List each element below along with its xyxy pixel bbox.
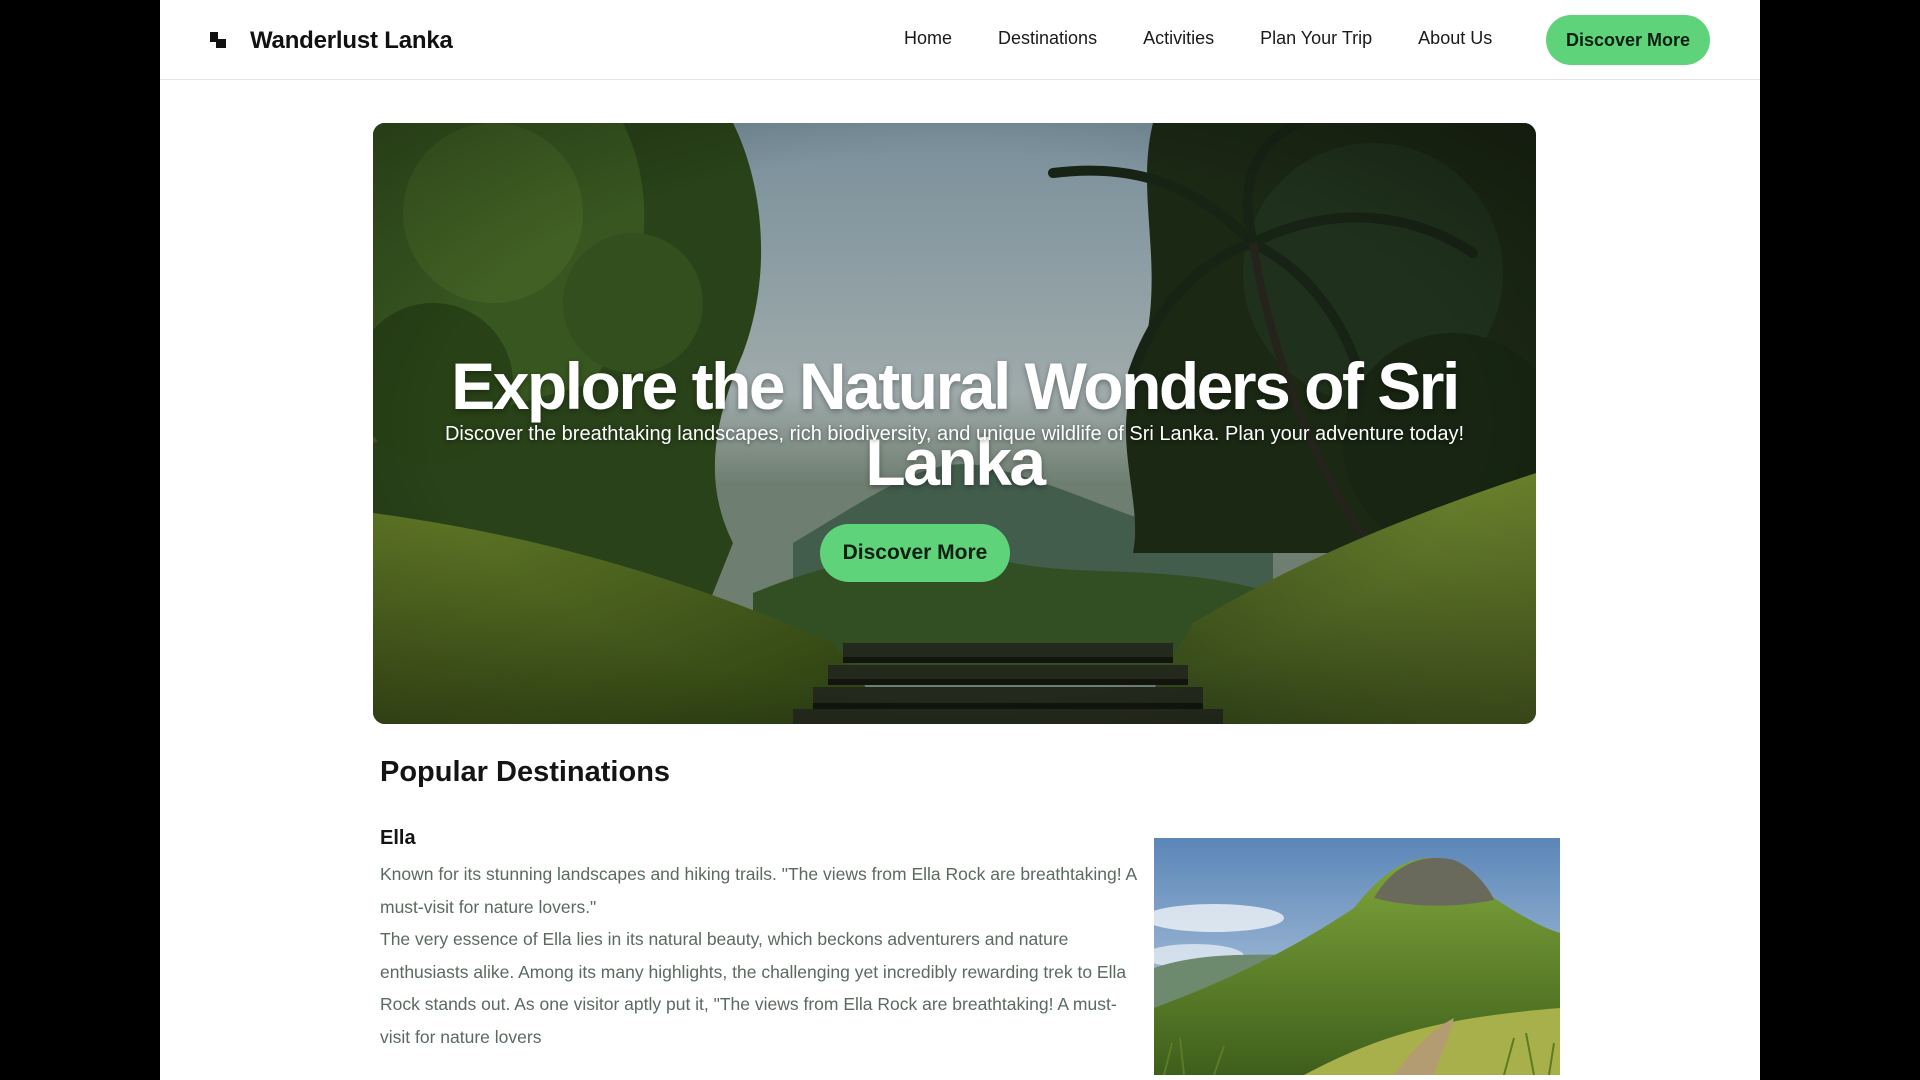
destination-image: [1154, 838, 1560, 1075]
nav-link-activities[interactable]: Activities: [1143, 28, 1214, 54]
top-navbar: Wanderlust Lanka Home Destinations Activ…: [160, 0, 1760, 80]
brand-name: Wanderlust Lanka: [250, 27, 453, 54]
nav-link-home[interactable]: Home: [904, 28, 952, 54]
hero-subtitle: Discover the breathtaking landscapes, ri…: [444, 423, 1465, 445]
brand[interactable]: Wanderlust Lanka: [210, 24, 453, 58]
nav-links: Home Destinations Activities Plan Your T…: [904, 28, 1538, 54]
destination-paragraph: The very essence of Ella lies in its nat…: [380, 929, 1127, 1047]
destination-name: Ella: [380, 827, 416, 849]
hero-banner: Explore the Natural Wonders of Sri Lanka…: [373, 123, 1536, 724]
destination-description: Known for its stunning landscapes and hi…: [380, 858, 1140, 1053]
page: Wanderlust Lanka Home Destinations Activ…: [160, 0, 1760, 1080]
destination-paragraph: Known for its stunning landscapes and hi…: [380, 864, 1137, 917]
nav-link-plan-your-trip[interactable]: Plan Your Trip: [1260, 28, 1372, 54]
logo-icon: [210, 32, 228, 50]
nav-link-destinations[interactable]: Destinations: [998, 28, 1097, 54]
ella-mountain-image: [1154, 838, 1560, 1075]
hero-discover-more-button[interactable]: Discover More: [820, 524, 1010, 582]
popular-destinations-heading: Popular Destinations: [380, 756, 671, 788]
nav-discover-more-button[interactable]: Discover More: [1546, 15, 1710, 65]
nav-link-about-us[interactable]: About Us: [1418, 28, 1492, 54]
